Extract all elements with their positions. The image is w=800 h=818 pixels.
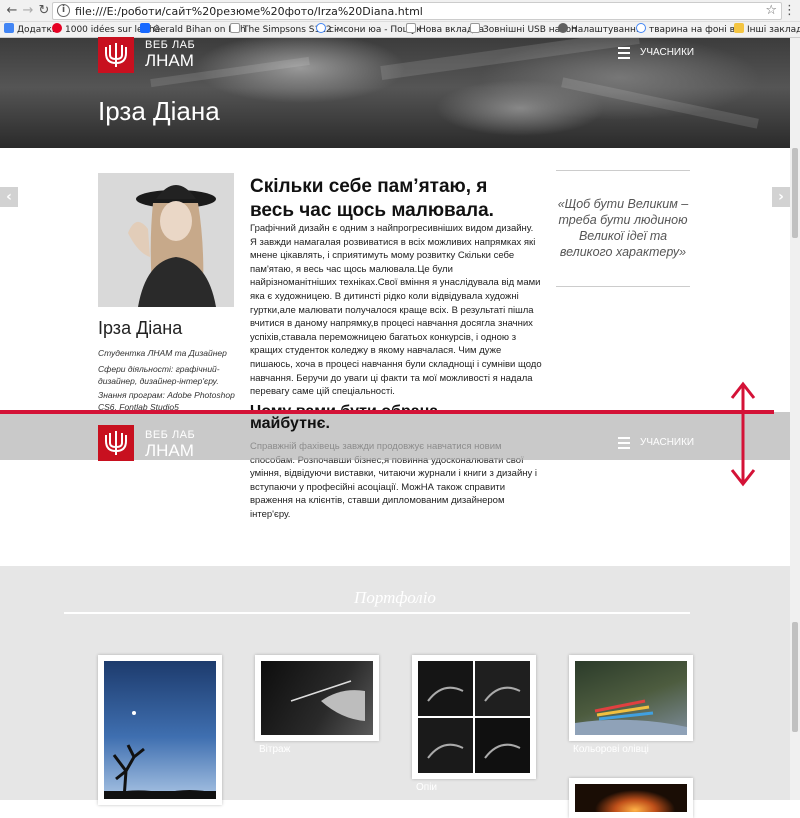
pencils-photo: [575, 699, 687, 735]
folder-icon: [734, 23, 744, 33]
double-arrow-icon: [730, 381, 756, 487]
bookmark-item[interactable]: Налаштування: [558, 23, 641, 37]
reload-icon[interactable]: ↻: [36, 2, 52, 20]
scrollbar-thumb[interactable]: [792, 148, 798, 238]
pinterest-icon: [52, 23, 62, 33]
page-icon: [406, 23, 416, 33]
slider-prev-button[interactable]: ‹: [0, 187, 18, 207]
bookmarks-bar: Додатки 1000 idées sur le thè Gerald Bih…: [0, 22, 800, 38]
hero-texture: [380, 38, 640, 81]
portfolio-caption: Опіи: [416, 782, 438, 793]
profile-role: Студентка ЛНАМ та Дизайнер: [98, 348, 227, 358]
divider-marker: [0, 410, 774, 414]
bookmark-label: тварина на фоні вік: [649, 25, 743, 35]
portfolio-image-fire: [575, 784, 687, 812]
trident-logo-icon: [105, 431, 127, 455]
bookmark-star-icon[interactable]: ☆: [765, 3, 777, 19]
menu-label[interactable]: УЧАСНИКИ: [640, 46, 694, 60]
quote-divider: [556, 286, 690, 287]
back-arrow-icon[interactable]: ←: [4, 2, 20, 20]
page-icon: [470, 23, 480, 33]
portfolio-image-hand: [261, 661, 373, 735]
page-icon: [230, 23, 240, 33]
portfolio-image-sky: [104, 661, 216, 799]
logo-line2: ЛНАМ: [145, 51, 194, 70]
google-icon: [636, 23, 646, 33]
logo-line1: ВЕБ ЛАБ: [145, 429, 196, 441]
scrollbar-thumb[interactable]: [792, 622, 798, 732]
profile-spheres: Сфери діяльності: графічний-дизайнер, ди…: [98, 364, 220, 386]
tree-silhouette: [104, 711, 216, 799]
hand-photo: [290, 680, 365, 721]
portfolio-card[interactable]: [98, 655, 222, 805]
portfolio-image-grid: [418, 661, 530, 773]
url-text[interactable]: file:///E:/роботи/сайт%20резюме%20фото/I…: [75, 4, 423, 19]
menu-label[interactable]: УЧАСНИКИ: [640, 436, 694, 450]
portfolio-title: Портфоліо: [354, 588, 436, 607]
bookmark-label: Інші закладки: [747, 25, 800, 35]
hamburger-icon[interactable]: [618, 437, 630, 449]
portfolio-card[interactable]: [569, 655, 693, 741]
about-heading: Скільки себе пам’ятаю, я весь час щось м…: [250, 176, 494, 221]
browser-toolbar: ← → ↻ i file:///E:/роботи/сайт%20резюме%…: [0, 0, 800, 22]
portfolio-card[interactable]: [412, 655, 536, 779]
logo-mark[interactable]: [98, 425, 134, 461]
bookmark-label: Налаштування: [571, 25, 642, 35]
portfolio-divider: [64, 612, 690, 614]
portfolio-card[interactable]: [569, 778, 693, 818]
slider-next-button[interactable]: ›: [772, 187, 790, 207]
quote-text: «Щоб бути Великим – треба бути людиною В…: [557, 197, 689, 259]
hamburger-icon[interactable]: [618, 47, 630, 59]
logo-line2: ЛНАМ: [145, 441, 194, 460]
logo-text[interactable]: ВЕБ ЛАБ ЛНАМ: [145, 39, 196, 70]
scrollbar[interactable]: [790, 38, 800, 800]
profile-photo: [98, 173, 234, 307]
bookmark-item[interactable]: Додатки: [4, 23, 58, 37]
portfolio-card[interactable]: [255, 655, 379, 741]
hands-grid-photo: [418, 661, 530, 773]
behance-icon: [140, 23, 150, 33]
info-icon[interactable]: i: [57, 4, 70, 17]
quote-divider: [556, 170, 690, 171]
apps-icon: [4, 23, 14, 33]
portfolio-caption: Вітраж: [259, 744, 291, 755]
about-paragraph: Графічний дизайн є одним з найпрогресивн…: [250, 223, 542, 398]
portfolio-caption: Кольорові олівці: [573, 744, 649, 755]
logo-mark[interactable]: [98, 37, 134, 73]
logo-line1: ВЕБ ЛАБ: [145, 39, 196, 51]
hero-texture: [561, 77, 759, 129]
logo-text[interactable]: ВЕБ ЛАБ ЛНАМ: [145, 429, 196, 460]
why-heading-tail: майбутнє.: [250, 415, 330, 432]
address-bar[interactable]: i file:///E:/роботи/сайт%20резюме%20фото…: [52, 2, 782, 20]
portfolio-image-pencils: [575, 661, 687, 735]
profile-name: Ірза Діана: [98, 318, 183, 338]
trident-logo-icon: [105, 43, 127, 67]
bookmark-folder[interactable]: Інші закладки: [734, 23, 800, 37]
hero-title: Ірза Діана: [98, 96, 220, 126]
bookmark-item[interactable]: тварина на фоні вік: [636, 23, 743, 37]
portrait-illustration: [98, 173, 234, 307]
forward-arrow-icon[interactable]: →: [20, 2, 36, 20]
browser-menu-icon[interactable]: ⋮: [783, 2, 796, 20]
google-icon: [316, 23, 326, 33]
gear-icon: [558, 23, 568, 33]
